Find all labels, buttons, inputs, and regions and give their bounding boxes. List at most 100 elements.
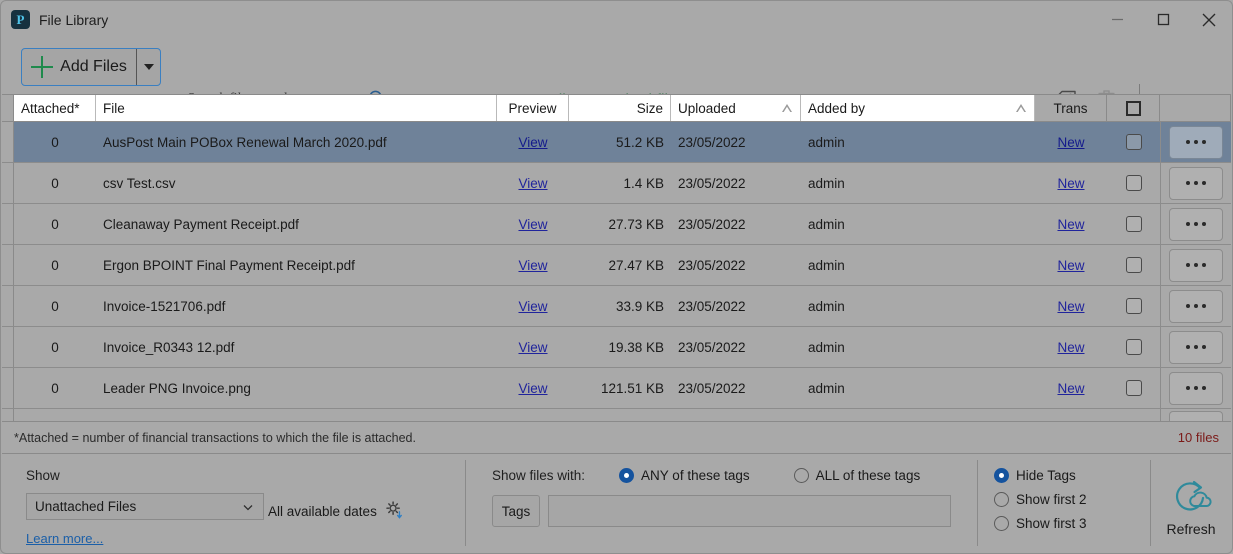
cell-uploaded: [671, 409, 801, 421]
cell-trans: New: [1035, 122, 1107, 162]
table-row[interactable]: 0 Ergon BPOINT Final Payment Receipt.pdf V…: [2, 245, 1231, 286]
add-files-dropdown-button[interactable]: [136, 49, 160, 85]
radio-all-tags[interactable]: ALL of these tags: [793, 468, 920, 483]
row-checkbox[interactable]: [1125, 298, 1142, 314]
row-actions-button[interactable]: [1169, 330, 1223, 364]
cell-uploaded: 23/05/2022: [678, 175, 746, 191]
column-header-added-by[interactable]: Added by: [801, 95, 1035, 121]
column-header-attached[interactable]: Attached*: [14, 95, 96, 121]
column-header-file[interactable]: File: [96, 95, 497, 121]
cell-file-name: Ergon BPOINT Final Payment Receipt.pdf: [103, 257, 355, 273]
table-row[interactable]: 0 Invoice_R0343 12.pdf View 19.38 KB 23/05/2…: [2, 327, 1231, 368]
radio-hide-tags-indicator[interactable]: [994, 468, 1009, 483]
chevron-down-icon: [241, 500, 255, 514]
cell-attached: 0: [51, 380, 59, 396]
tags-button[interactable]: Tags: [492, 495, 540, 527]
radio-all-tags-indicator[interactable]: [793, 468, 809, 483]
radio-show-first-3[interactable]: Show first 3: [994, 516, 1150, 531]
grid-body[interactable]: 0 AusPost Main POBox Renewal March 2020.p…: [2, 122, 1231, 421]
plus-icon: [31, 56, 53, 78]
select-all-checkbox[interactable]: [1125, 100, 1141, 116]
column-header-uploaded[interactable]: Uploaded: [671, 95, 801, 121]
radio-show-first-2[interactable]: Show first 2: [994, 492, 1150, 507]
maximize-icon[interactable]: [1140, 1, 1186, 38]
view-link[interactable]: View: [518, 299, 547, 314]
table-row-partial[interactable]: [2, 409, 1231, 421]
sort-ascending-icon[interactable]: [782, 104, 792, 113]
table-row[interactable]: 0 Invoice-1521706.pdf View 33.9 KB 23/05/202…: [2, 286, 1231, 327]
row-checkbox[interactable]: [1125, 339, 1142, 355]
close-window-icon[interactable]: [1186, 1, 1232, 38]
refresh-panel[interactable]: Refresh: [1151, 454, 1231, 552]
row-actions-button[interactable]: [1169, 248, 1223, 282]
learn-more-link[interactable]: Learn more...: [26, 531, 103, 546]
cell-size: 121.51 KB: [600, 380, 664, 396]
column-header-preview[interactable]: Preview: [497, 95, 569, 121]
cell-added-by: admin: [808, 380, 845, 396]
cell-select: [1107, 286, 1160, 326]
column-header-attached-label: Attached*: [21, 100, 80, 116]
refresh-cloud-icon[interactable]: [1167, 476, 1215, 519]
table-row[interactable]: 0 Cleanaway Payment Receipt.pdf View 27.73 …: [2, 204, 1231, 245]
column-header-actions: [1160, 95, 1231, 121]
tags-input[interactable]: [548, 495, 951, 527]
new-transaction-link[interactable]: New: [1057, 176, 1084, 191]
cell-actions: [1160, 409, 1231, 421]
radio-any-tags[interactable]: ANY of these tags: [619, 468, 750, 483]
cell-attached: 0: [51, 298, 59, 314]
new-transaction-link[interactable]: New: [1057, 217, 1084, 232]
cell-trans: [1035, 409, 1107, 421]
cell-preview: View: [497, 245, 569, 285]
new-transaction-link[interactable]: New: [1057, 135, 1084, 150]
minimize-icon[interactable]: [1094, 1, 1140, 38]
view-link[interactable]: View: [518, 381, 547, 396]
view-link[interactable]: View: [518, 135, 547, 150]
table-row[interactable]: 0 csv Test.csv View 1.4 KB 23/05/2022 admin Ne…: [2, 163, 1231, 204]
view-link[interactable]: View: [518, 340, 547, 355]
cell-added-by: admin: [808, 134, 845, 150]
cell-preview: View: [497, 163, 569, 203]
date-settings-icon[interactable]: [384, 500, 404, 523]
row-actions-button[interactable]: [1169, 166, 1223, 200]
new-transaction-link[interactable]: New: [1057, 381, 1084, 396]
row-checkbox[interactable]: [1125, 216, 1142, 232]
table-row[interactable]: 0 Leader PNG Invoice.png View 121.51 KB 23/0…: [2, 368, 1231, 409]
radio-any-tags-indicator[interactable]: [619, 468, 635, 483]
row-actions-button[interactable]: [1169, 125, 1223, 159]
column-header-select-all[interactable]: [1107, 95, 1160, 121]
attached-explanation: *Attached = number of financial transact…: [14, 430, 416, 445]
cell-select: [1107, 122, 1160, 162]
view-link[interactable]: View: [518, 176, 547, 191]
row-actions-button[interactable]: [1169, 207, 1223, 241]
row-rail: [2, 163, 14, 203]
row-checkbox[interactable]: [1125, 175, 1142, 191]
column-header-size[interactable]: Size: [569, 95, 671, 121]
file-grid: Attached* File Preview Size Uploaded Add…: [2, 94, 1231, 421]
sort-ascending-icon[interactable]: [1016, 104, 1026, 113]
row-actions-button[interactable]: [1169, 289, 1223, 323]
cell-select: [1107, 368, 1160, 408]
row-rail: [2, 286, 14, 326]
table-row[interactable]: 0 AusPost Main POBox Renewal March 2020.p…: [2, 122, 1231, 163]
add-files-button[interactable]: Add Files: [21, 48, 161, 86]
view-link[interactable]: View: [518, 217, 547, 232]
row-checkbox[interactable]: [1125, 380, 1142, 396]
new-transaction-link[interactable]: New: [1057, 340, 1084, 355]
radio-show-first-2-indicator[interactable]: [994, 492, 1009, 507]
row-actions-button[interactable]: [1169, 371, 1223, 405]
new-transaction-link[interactable]: New: [1057, 299, 1084, 314]
row-checkbox[interactable]: [1125, 257, 1142, 273]
radio-show-first-3-indicator[interactable]: [994, 516, 1009, 531]
view-link[interactable]: View: [518, 258, 547, 273]
cell-actions: [1160, 245, 1231, 285]
show-filter-select[interactable]: Unattached Files: [26, 493, 264, 520]
row-actions-button[interactable]: [1169, 411, 1223, 421]
all-available-dates[interactable]: All available dates: [268, 500, 404, 523]
radio-hide-tags[interactable]: Hide Tags: [994, 468, 1150, 483]
new-transaction-link[interactable]: New: [1057, 258, 1084, 273]
tag-display-panel: Hide Tags Show first 2 Show first 3: [978, 454, 1150, 552]
column-header-trans[interactable]: Trans: [1035, 95, 1107, 121]
cell-attached: [14, 409, 96, 421]
cell-trans: New: [1035, 245, 1107, 285]
row-checkbox[interactable]: [1125, 134, 1142, 150]
